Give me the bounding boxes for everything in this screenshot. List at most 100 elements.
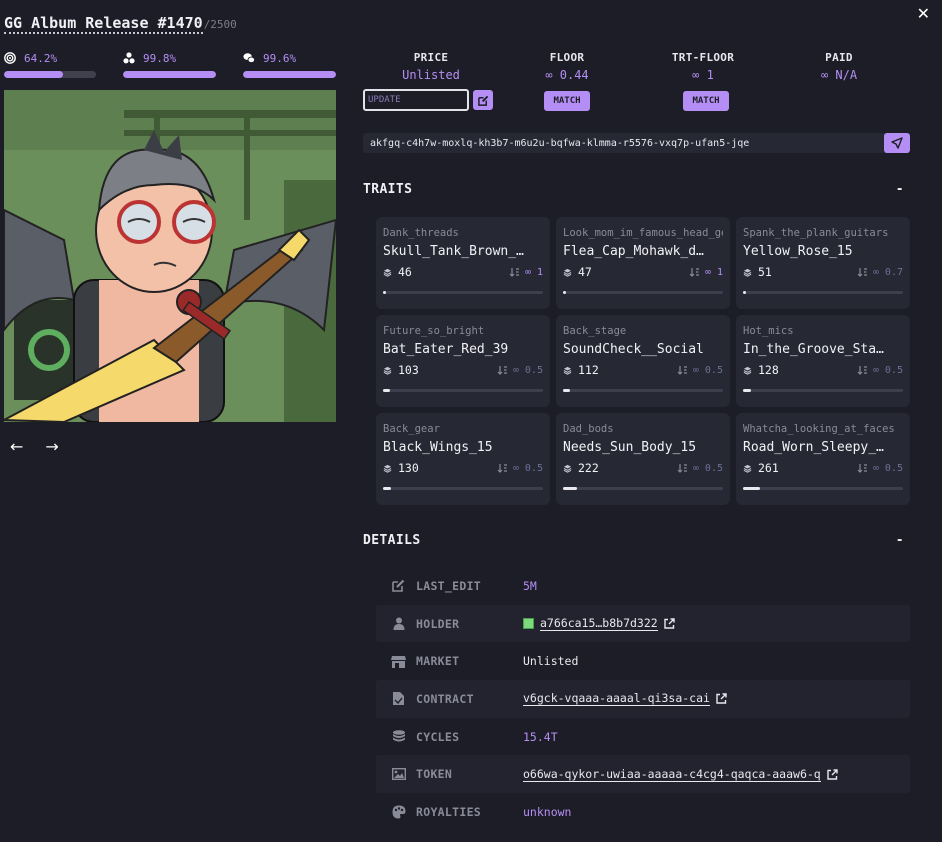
arrow-left-icon[interactable]: ←	[10, 437, 23, 456]
trait-category: Look_mom_im_famous_head_gear	[563, 227, 723, 239]
trait-rarity-fill	[743, 291, 747, 294]
details-title: DETAILS	[363, 533, 421, 548]
trait-rarity-bar	[743, 291, 903, 294]
edit-icon	[477, 95, 488, 106]
sort-icon	[509, 268, 519, 277]
trait-card[interactable]: Back_stage SoundCheck__Social 112 ∞ 0.5	[556, 315, 730, 407]
details-collapse-toggle[interactable]: -	[896, 533, 904, 548]
trait-category: Whatcha_looking_at_faces	[743, 423, 895, 435]
market-info: PRICE Unlisted FLOOR ∞ 0.44 TRT-FLOOR ∞ …	[363, 51, 910, 111]
trait-floor: ∞ 0.5	[497, 365, 543, 376]
trait-value: In_the_Groove_Sta…	[743, 342, 884, 357]
detail-label: MARKET	[416, 654, 460, 669]
nft-image	[4, 90, 336, 422]
trait-category: Dad_bods	[563, 423, 614, 435]
edit-icon	[391, 578, 406, 593]
trait-floor: ∞ 1	[509, 267, 543, 278]
title-row: GG Album Release #1470 /2500	[4, 14, 237, 34]
trait-card[interactable]: Look_mom_im_famous_head_gear Flea_Cap_Mo…	[556, 217, 730, 309]
trt-floor-label: TRT-FLOOR	[671, 51, 735, 64]
price-label: PRICE	[413, 51, 449, 64]
trait-stats: 47 ∞ 1	[563, 265, 723, 279]
stat-rarity: 64.2%	[4, 51, 96, 78]
stat-bar-fill	[123, 71, 216, 78]
trait-card[interactable]: Dad_bods Needs_Sun_Body_15 222 ∞ 0.5	[556, 413, 730, 505]
stat-bar	[243, 71, 336, 78]
rarity-stats: 64.2% 99.8% 99.6%	[4, 51, 336, 78]
stack-icon	[743, 268, 752, 277]
trait-rarity-bar	[563, 291, 723, 294]
transfer-address-row: akfgq-c4h7w-moxlq-kh3b7-m6u2u-bqfwa-klmm…	[363, 133, 910, 153]
trait-value: Flea_Cap_Mohawk_d…	[563, 244, 704, 259]
detail-row-royalties: ROYALTIES unknown	[376, 793, 910, 831]
match-trt-floor-button[interactable]: MATCH	[683, 91, 729, 111]
trait-rarity-bar	[383, 487, 543, 490]
nft-title[interactable]: GG Album Release #1470	[4, 14, 203, 34]
trait-floor-value: ∞ 1	[704, 266, 723, 278]
trait-stats: 261 ∞ 0.5	[743, 461, 903, 475]
trait-card[interactable]: Whatcha_looking_at_faces Road_Worn_Sleep…	[736, 413, 910, 505]
trait-stats: 46 ∞ 1	[383, 265, 543, 279]
trait-value: Road_Worn_Sleepy_…	[743, 440, 884, 455]
external-link-icon[interactable]	[716, 693, 727, 705]
external-link-icon[interactable]	[664, 618, 675, 629]
match-floor-button[interactable]: MATCH	[544, 91, 590, 111]
trait-floor-value: ∞ 0.5	[512, 462, 543, 474]
detail-label: ROYALTIES	[416, 804, 482, 819]
trait-floor-value: ∞ 0.5	[872, 462, 903, 474]
trait-card[interactable]: Future_so_bright Bat_Eater_Red_39 103 ∞ …	[376, 315, 550, 407]
stat-value: 64.2%	[24, 51, 58, 65]
database-icon	[391, 729, 406, 744]
stack-icon	[383, 464, 392, 473]
detail-value[interactable]: a766ca15…b8b7d322	[523, 616, 675, 632]
sort-icon	[677, 464, 687, 473]
stat-social: 99.6%	[243, 51, 336, 78]
transfer-address[interactable]: akfgq-c4h7w-moxlq-kh3b7-m6u2u-bqfwa-klmm…	[363, 138, 884, 149]
trait-count: 112	[578, 363, 599, 377]
trait-category: Spank_the_plank_guitars	[743, 227, 889, 239]
trait-rarity-bar	[383, 389, 543, 392]
stat-bar	[4, 71, 96, 78]
detail-link[interactable]: v6gck-vqaaa-aaaal-qi3sa-cai	[523, 691, 710, 707]
traits-collapse-toggle[interactable]: -	[896, 182, 904, 197]
sort-icon	[857, 268, 867, 277]
trait-category: Dank_threads	[383, 227, 459, 239]
detail-link[interactable]: o66wa-qykor-uwiaa-aaaaa-c4cg4-qaqca-aaaw…	[523, 767, 821, 782]
trait-count: 103	[398, 363, 419, 377]
detail-value[interactable]: o66wa-qykor-uwiaa-aaaaa-c4cg4-qaqca-aaaw…	[523, 767, 838, 782]
external-link-icon[interactable]	[827, 769, 838, 780]
chat-bubbles-icon	[243, 52, 255, 64]
trait-card[interactable]: Back_gear Black_Wings_15 130 ∞ 0.5	[376, 413, 550, 505]
sort-icon	[497, 464, 507, 473]
traits-title: TRAITS	[363, 182, 413, 197]
trt-floor-value: ∞ 1	[692, 68, 714, 82]
trait-rarity-bar	[383, 291, 543, 294]
send-button[interactable]	[884, 133, 910, 153]
trait-floor: ∞ 0.5	[677, 463, 723, 474]
close-icon[interactable]: ✕	[917, 4, 930, 23]
trait-card[interactable]: Hot_mics In_the_Groove_Sta… 128 ∞ 0.5	[736, 315, 910, 407]
detail-value[interactable]: v6gck-vqaaa-aaaal-qi3sa-cai	[523, 691, 727, 707]
paid-value: ∞ N/A	[820, 68, 858, 82]
detail-value: 15.4T	[523, 729, 558, 744]
image-icon	[391, 767, 406, 782]
arrow-right-icon[interactable]: →	[45, 437, 58, 456]
sort-icon	[857, 366, 867, 375]
paid-column: PAID ∞ N/A	[771, 51, 907, 82]
trait-card[interactable]: Spank_the_plank_guitars Yellow_Rose_15 5…	[736, 217, 910, 309]
floor-label: FLOOR	[549, 51, 585, 64]
edit-price-button[interactable]	[473, 90, 493, 110]
detail-row-token: TOKEN o66wa-qykor-uwiaa-aaaaa-c4cg4-qaqc…	[376, 755, 910, 794]
details-header: DETAILS -	[363, 533, 910, 548]
trait-rarity-fill	[743, 487, 760, 490]
detail-row-cycles: CYCLES 15.4T	[376, 718, 910, 756]
trait-count: 261	[758, 461, 779, 475]
trait-category: Hot_mics	[743, 325, 794, 337]
price-update-input[interactable]	[363, 89, 469, 111]
stack-icon	[563, 464, 572, 473]
detail-link[interactable]: a766ca15…b8b7d322	[540, 616, 658, 632]
trait-floor-value: ∞ 0.5	[692, 364, 723, 376]
trait-stats: 222 ∞ 0.5	[563, 461, 723, 475]
trait-card[interactable]: Dank_threads Skull_Tank_Brown_… 46 ∞ 1	[376, 217, 550, 309]
trait-floor-value: ∞ 0.7	[872, 266, 903, 278]
